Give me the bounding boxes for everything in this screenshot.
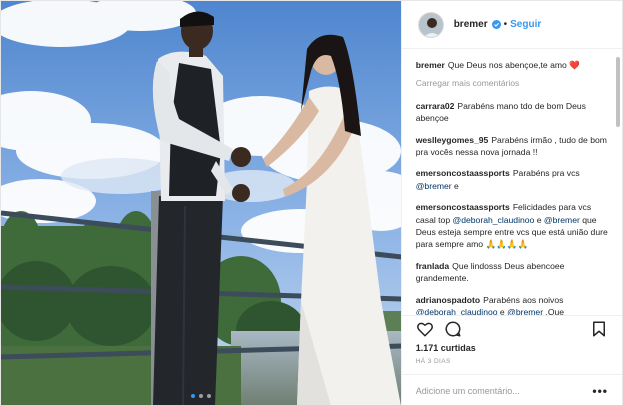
comment-text: e	[497, 307, 508, 315]
comment-username[interactable]: emersoncostaassports	[416, 202, 510, 212]
load-more-comments-link[interactable]: Carregar mais comentários	[416, 77, 610, 89]
post-side-panel: bremer • Seguir bremer Que Deus nos abenç…	[400, 1, 622, 405]
comment-item: franlada Que lindosss Deus abencoee grand…	[416, 260, 610, 285]
comment-item: wesllеygomes_95 Parabéns irmão , tudo de …	[416, 134, 610, 159]
header-separator: •	[503, 19, 508, 30]
caption-username[interactable]: bremer	[416, 60, 445, 70]
caption-text: Que Deus nos abençoe,te amo ❤️	[447, 60, 580, 70]
avatar[interactable]	[417, 11, 444, 38]
comment-text: .Que	[543, 307, 565, 315]
comment-mention-link[interactable]: @bremer	[507, 307, 543, 315]
more-options-icon[interactable]: •••	[592, 384, 608, 398]
post-date: HÁ 3 DIAS	[415, 358, 451, 365]
comment-item: emersoncostaassports Parabéns pra vcs @br…	[416, 167, 610, 192]
follow-button[interactable]: Seguir	[510, 19, 541, 30]
instagram-post: bremer • Seguir bremer Que Deus nos abenç…	[0, 0, 623, 405]
comment-username[interactable]: adrianospadoto	[416, 295, 480, 305]
carousel-dot[interactable]	[206, 394, 211, 398]
avatar-image	[418, 12, 443, 37]
comment-username[interactable]: franlada	[416, 261, 449, 271]
add-comment-bar: •••	[401, 374, 622, 405]
comment-item: adrianospadoto Parabéns aos noivos @debor…	[416, 294, 610, 315]
scrollbar-thumb[interactable]	[616, 57, 620, 127]
add-comment-input[interactable]	[415, 385, 593, 396]
carousel-dot[interactable]	[190, 394, 195, 398]
comment-mention-link[interactable]: @deborah_claudinoo	[453, 215, 535, 225]
comments-scrollbar[interactable]	[616, 53, 620, 313]
post-header: bremer • Seguir	[401, 1, 622, 49]
comment-item: emersoncostaassports Felicidades para vcs…	[416, 201, 610, 251]
comment-text: e	[451, 180, 459, 191]
verified-badge-icon	[491, 20, 501, 29]
comment-item: carrara02 Parabéns mano tdo de bom Deus a…	[416, 100, 610, 125]
likes-count[interactable]: 1.171 curtidas	[402, 341, 622, 355]
caption: bremer Que Deus nos abençoe,te amo ❤️	[416, 59, 610, 71]
comment-mention-link[interactable]: @deborah_claudinoo	[416, 307, 498, 315]
bookmark-icon[interactable]	[590, 320, 608, 338]
carousel-indicator	[1, 394, 401, 398]
comments-list: bremer Que Deus nos abençoe,te amo ❤️ Car…	[402, 49, 622, 315]
comment-text: Parabéns aos noivos	[483, 294, 564, 305]
comment-text: e	[534, 214, 544, 225]
author-username[interactable]: bremer	[454, 19, 488, 30]
comment-username[interactable]: emersoncostaassports	[416, 168, 510, 178]
carousel-dot[interactable]	[198, 394, 203, 398]
post-actions	[401, 315, 622, 341]
wedding-photo-illustration	[1, 1, 401, 405]
post-photo[interactable]	[1, 1, 401, 405]
heart-icon[interactable]	[416, 320, 434, 338]
comment-mention-link[interactable]: @bremer	[544, 215, 580, 225]
comment-username[interactable]: carrara02	[416, 101, 455, 111]
comment-text: Parabéns pra vcs	[512, 168, 580, 179]
comment-username[interactable]: wesllеygomes_95	[416, 135, 489, 145]
comment-mention-link[interactable]: @bremer	[416, 181, 452, 191]
comment-icon[interactable]	[444, 320, 462, 338]
